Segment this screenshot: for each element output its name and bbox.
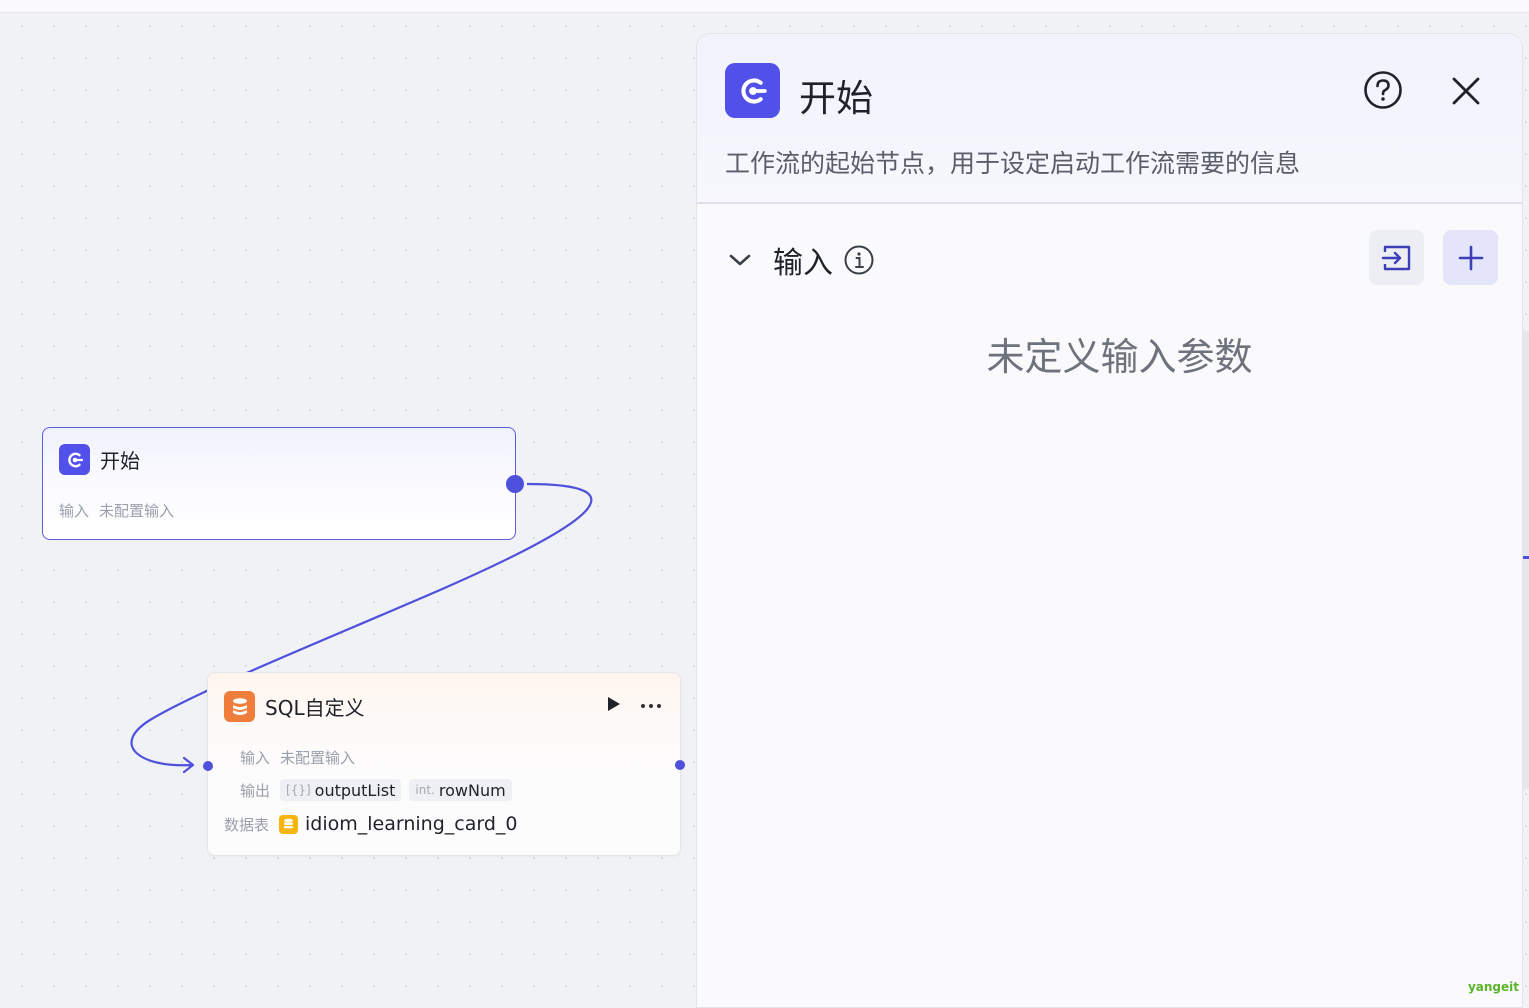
sql-node-table-row: 数据表 idiom_learning_card_0 <box>224 813 518 835</box>
more-icon[interactable] <box>640 699 662 709</box>
sql-node-header: SQL自定义 <box>224 691 365 722</box>
help-icon[interactable] <box>1363 70 1403 110</box>
table-icon <box>279 814 299 834</box>
canvas-scrollbar[interactable] <box>1522 330 1529 790</box>
import-icon <box>1381 245 1410 270</box>
input-label: 输入 <box>59 502 90 520</box>
info-icon[interactable] <box>843 244 875 276</box>
input-label: 输入 <box>240 749 271 767</box>
empty-state-text: 未定义输入参数 <box>986 335 1253 379</box>
node-config-panel: 开始 工作流的起始节点，用于设定启动工作流需要的信息 输入 未定义输入参数 <box>696 33 1523 1008</box>
input-section-title: 输入 <box>773 246 833 281</box>
watermark: yangeit <box>1467 980 1519 994</box>
plus-icon <box>1458 245 1483 270</box>
start-node-output-port[interactable] <box>506 475 524 493</box>
workflow-start-icon <box>725 63 780 118</box>
table-name: idiom_learning_card_0 <box>305 813 518 835</box>
add-parameter-button[interactable] <box>1443 230 1498 285</box>
start-node-input-row: 输入 未配置输入 <box>59 500 174 521</box>
panel-title: 开始 <box>799 77 873 120</box>
sql-node[interactable]: SQL自定义 输入 未配置输入 输出 [{}] outputList int. … <box>207 672 681 856</box>
import-button[interactable] <box>1369 230 1424 285</box>
start-node[interactable]: 开始 输入 未配置输入 <box>42 427 516 540</box>
workflow-start-icon <box>59 444 90 475</box>
run-icon[interactable] <box>606 695 622 713</box>
sql-node-input-port[interactable] <box>203 761 213 771</box>
output-tag: int. rowNum <box>409 779 512 801</box>
output-name: outputList <box>314 780 396 800</box>
start-node-header: 开始 <box>59 444 140 475</box>
input-value: 未配置输入 <box>99 502 175 520</box>
close-icon[interactable] <box>1449 74 1483 108</box>
scroll-marker <box>1523 556 1529 559</box>
output-name: rowNum <box>438 780 506 800</box>
table-label: 数据表 <box>224 815 270 834</box>
input-section-header[interactable]: 输入 <box>725 238 875 282</box>
output-type: [{}] <box>286 783 311 797</box>
sql-node-input-row: 输入 未配置输入 <box>240 747 355 768</box>
output-type: int. <box>415 783 435 797</box>
chevron-down-icon[interactable] <box>725 245 755 275</box>
sql-node-output-row: 输出 [{}] outputList int. rowNum <box>240 779 520 801</box>
output-label: 输出 <box>240 781 271 800</box>
panel-description: 工作流的起始节点，用于设定启动工作流需要的信息 <box>725 149 1301 178</box>
start-node-title: 开始 <box>100 449 140 473</box>
input-value: 未配置输入 <box>280 749 356 767</box>
sql-node-title: SQL自定义 <box>265 696 365 720</box>
output-tag: [{}] outputList <box>280 779 402 801</box>
sql-node-output-port[interactable] <box>675 760 685 770</box>
panel-header: 开始 工作流的起始节点，用于设定启动工作流需要的信息 <box>697 34 1522 204</box>
sql-node-actions <box>606 695 662 713</box>
database-icon <box>224 691 255 722</box>
